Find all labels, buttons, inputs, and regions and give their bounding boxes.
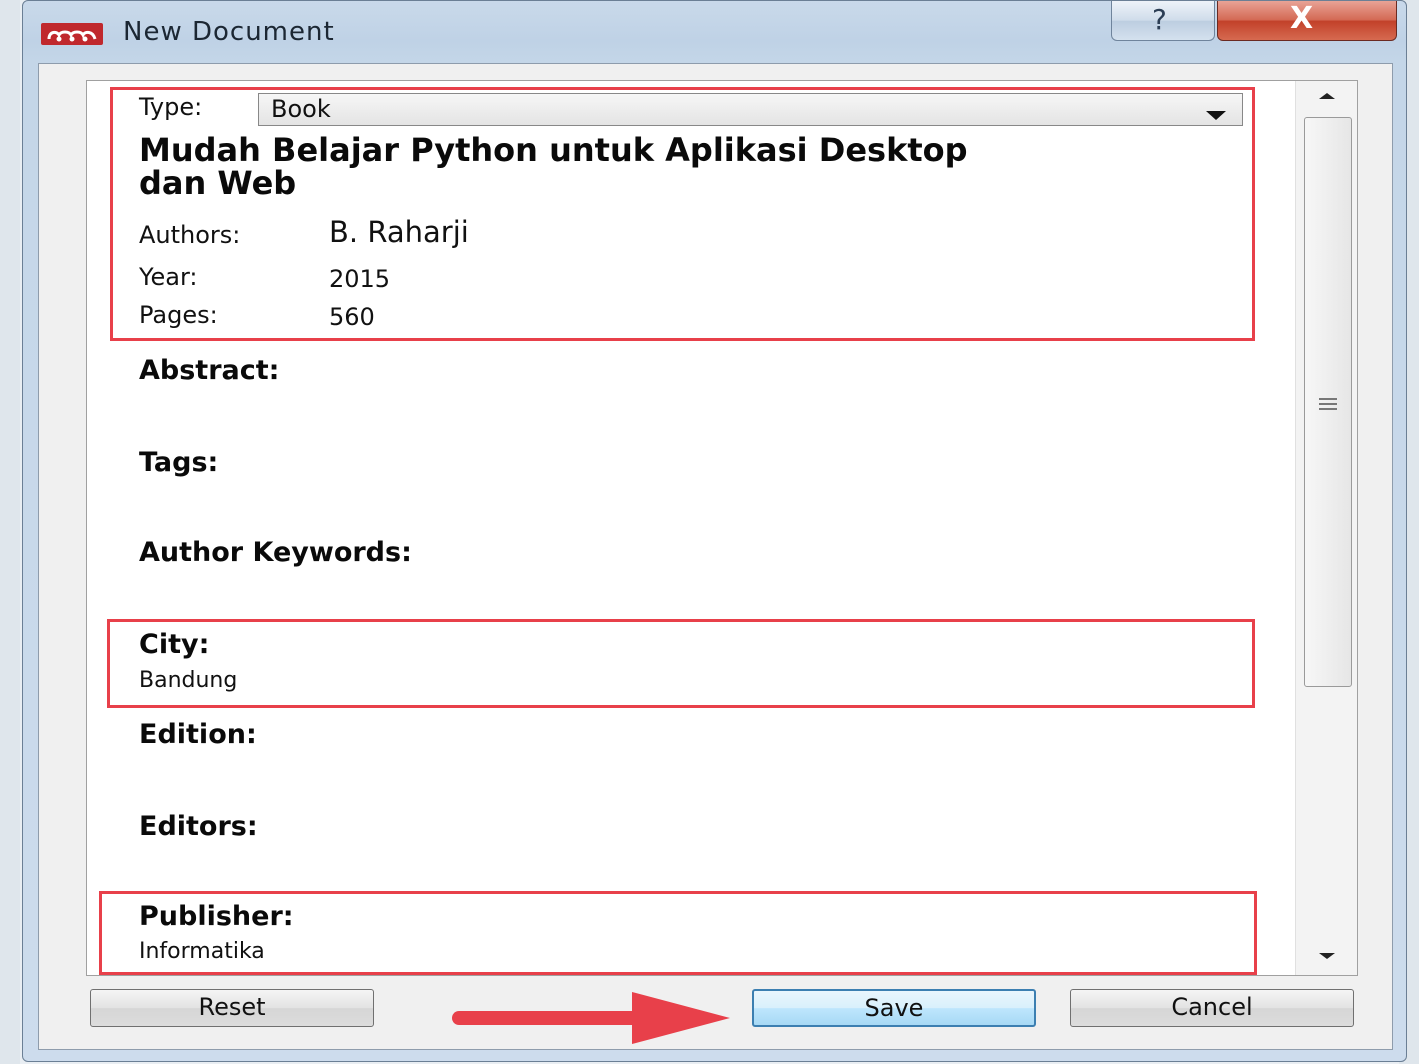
chevron-down-icon [1319, 953, 1335, 959]
tags-label[interactable]: Tags: [139, 447, 218, 478]
edition-label[interactable]: Edition: [139, 719, 257, 750]
mendeley-logo-icon [41, 23, 103, 45]
chevron-down-icon [1206, 106, 1226, 125]
highlight-city [107, 619, 1255, 708]
year-value[interactable]: 2015 [329, 265, 390, 293]
authors-value[interactable]: B. Raharji [329, 215, 469, 249]
city-value[interactable]: Bandung [139, 668, 237, 693]
background-left [0, 0, 20, 1064]
pages-value[interactable]: 560 [329, 303, 375, 331]
chevron-up-icon [1319, 93, 1335, 99]
publisher-value[interactable]: Informatika [139, 939, 265, 964]
type-dropdown-value: Book [271, 95, 331, 123]
publisher-label: Publisher: [139, 901, 294, 932]
close-button[interactable]: X [1217, 1, 1397, 41]
cancel-button[interactable]: Cancel [1070, 989, 1354, 1027]
help-button[interactable]: ? [1111, 1, 1215, 41]
editors-label[interactable]: Editors: [139, 811, 258, 842]
pages-label: Pages: [139, 301, 218, 329]
title-bar[interactable]: New Document ? X [23, 1, 1406, 63]
abstract-label[interactable]: Abstract: [139, 355, 279, 386]
scroll-up-button[interactable] [1296, 81, 1357, 115]
city-label: City: [139, 629, 210, 660]
window-title: New Document [123, 17, 335, 47]
scroll-down-button[interactable] [1296, 941, 1357, 975]
close-icon: X [1290, 1, 1314, 36]
scroll-grip-icon [1319, 398, 1337, 413]
red-arrow-icon [432, 990, 732, 1050]
reset-button[interactable]: Reset [90, 989, 374, 1027]
save-button[interactable]: Save [752, 989, 1036, 1027]
document-details-panel[interactable]: Type: Book Mudah Belajar Python untuk Ap… [86, 80, 1358, 976]
type-dropdown[interactable]: Book [258, 93, 1243, 126]
help-icon: ? [1152, 3, 1167, 36]
document-title[interactable]: Mudah Belajar Python untuk Aplikasi Desk… [139, 134, 1039, 200]
dialog-client-area: Type: Book Mudah Belajar Python untuk Ap… [38, 63, 1393, 1050]
authors-label: Authors: [139, 221, 241, 249]
type-label: Type: [139, 93, 203, 121]
author-keywords-label[interactable]: Author Keywords: [139, 537, 412, 568]
details-content: Type: Book Mudah Belajar Python untuk Ap… [87, 81, 1297, 975]
new-document-dialog: New Document ? X Type: Book Mudah Belaja… [22, 0, 1407, 1062]
year-label: Year: [139, 263, 198, 291]
scroll-thumb[interactable] [1304, 117, 1352, 687]
vertical-scrollbar[interactable] [1295, 81, 1357, 975]
